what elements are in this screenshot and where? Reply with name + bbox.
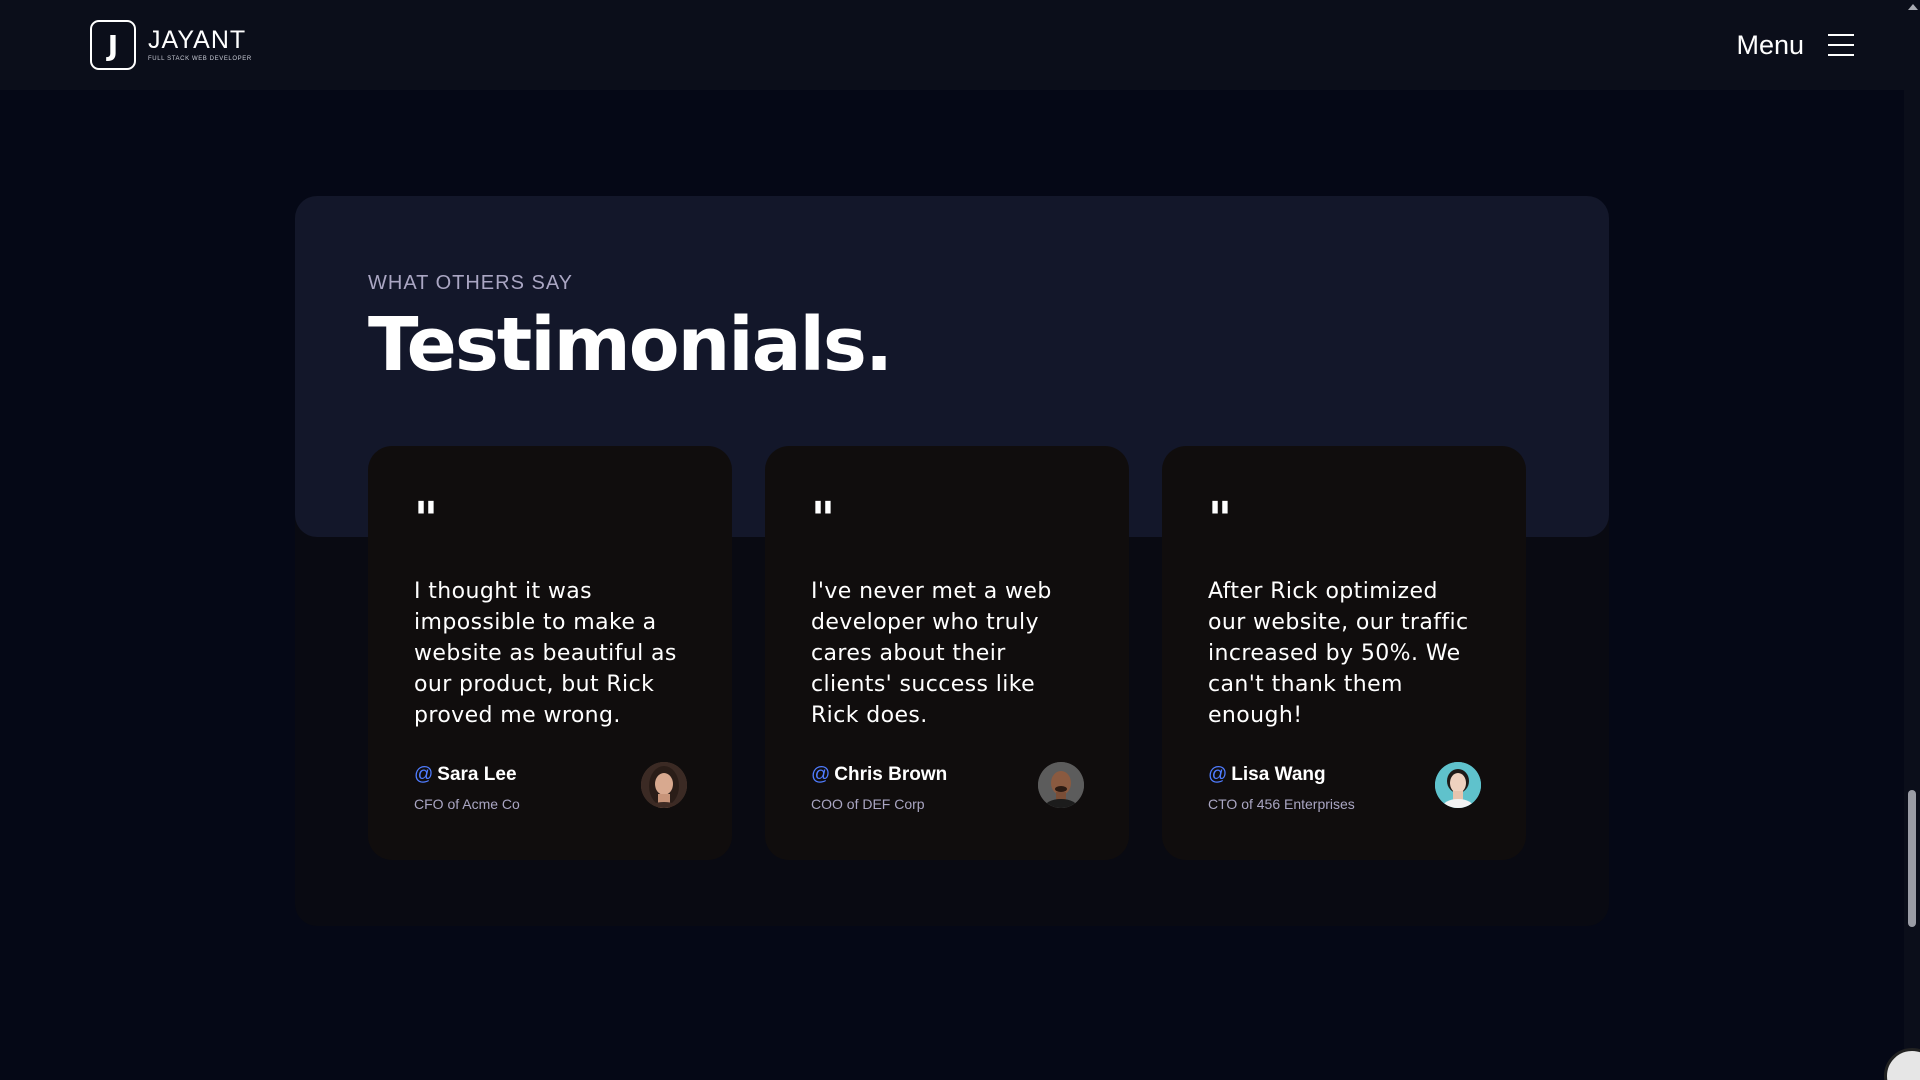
- author-info: @ Sara Lee CFO of Acme Co: [414, 764, 520, 812]
- scroll-up-icon[interactable]: [1908, 4, 1918, 10]
- testimonial-card: " I've never met a web developer who tru…: [765, 446, 1129, 860]
- hamburger-icon[interactable]: [1828, 34, 1854, 56]
- logo-name: JAYANT: [148, 26, 247, 54]
- scrollbar-thumb[interactable]: [1908, 790, 1916, 927]
- testimonial-quote: I thought it was impossible to make a we…: [414, 579, 677, 728]
- at-symbol: @: [1208, 764, 1228, 785]
- quote-icon: ": [414, 492, 438, 546]
- quote-icon: ": [1208, 492, 1232, 546]
- logo[interactable]: J JAYANT FULL STACK WEB DEVELOPER: [90, 20, 252, 70]
- avatar: [641, 762, 687, 808]
- testimonial-card: " After Rick optimized our website, our …: [1162, 446, 1526, 860]
- testimonial-author: @ Sara Lee CFO of Acme Co: [414, 762, 687, 812]
- at-symbol: @: [811, 764, 831, 785]
- author-name-row: @ Chris Brown: [811, 764, 947, 786]
- avatar: [1435, 762, 1481, 808]
- author-info: @ Chris Brown COO of DEF Corp: [811, 764, 947, 812]
- author-name-row: @ Sara Lee: [414, 764, 520, 786]
- testimonial-card: " I thought it was impossible to make a …: [368, 446, 732, 860]
- man-portrait-icon: [1038, 762, 1084, 808]
- quote-icon: ": [811, 492, 835, 546]
- woman-portrait-icon: [641, 762, 687, 808]
- logo-mark-icon: J: [90, 20, 136, 70]
- woman-portrait-icon: [1435, 762, 1481, 808]
- page: J JAYANT FULL STACK WEB DEVELOPER Menu W…: [0, 0, 1920, 1080]
- testimonial-cards: " I thought it was impossible to make a …: [368, 446, 1526, 860]
- author-name: Chris Brown: [834, 764, 948, 785]
- section-eyebrow: WHAT OTHERS SAY: [368, 272, 574, 294]
- site-header: J JAYANT FULL STACK WEB DEVELOPER Menu: [0, 0, 1904, 90]
- author-info: @ Lisa Wang CTO of 456 Enterprises: [1208, 764, 1355, 812]
- testimonial-author: @ Lisa Wang CTO of 456 Enterprises: [1208, 762, 1481, 812]
- testimonial-quote: After Rick optimized our website, our tr…: [1208, 579, 1469, 728]
- author-title: COO of DEF Corp: [811, 796, 925, 812]
- testimonials-section: WHAT OTHERS SAY Testimonials. " I though…: [295, 196, 1609, 926]
- menu-label: Menu: [1736, 29, 1804, 60]
- author-name-row: @ Lisa Wang: [1208, 764, 1355, 786]
- testimonial-author: @ Chris Brown COO of DEF Corp: [811, 762, 1084, 812]
- scrollbar[interactable]: [1904, 0, 1920, 1080]
- testimonial-quote: I've never met a web developer who truly…: [811, 579, 1052, 728]
- at-symbol: @: [414, 764, 434, 785]
- author-name: Sara Lee: [437, 764, 517, 785]
- logo-tagline: FULL STACK WEB DEVELOPER: [148, 56, 252, 62]
- menu-button[interactable]: Menu: [1736, 30, 1854, 61]
- author-name: Lisa Wang: [1231, 764, 1326, 785]
- logo-text: JAYANT FULL STACK WEB DEVELOPER: [148, 26, 252, 63]
- avatar: [1038, 762, 1084, 808]
- scroll-to-top-icon[interactable]: [1884, 1048, 1920, 1080]
- author-title: CTO of 456 Enterprises: [1208, 796, 1355, 812]
- author-title: CFO of Acme Co: [414, 796, 520, 812]
- section-title: Testimonials.: [368, 302, 893, 388]
